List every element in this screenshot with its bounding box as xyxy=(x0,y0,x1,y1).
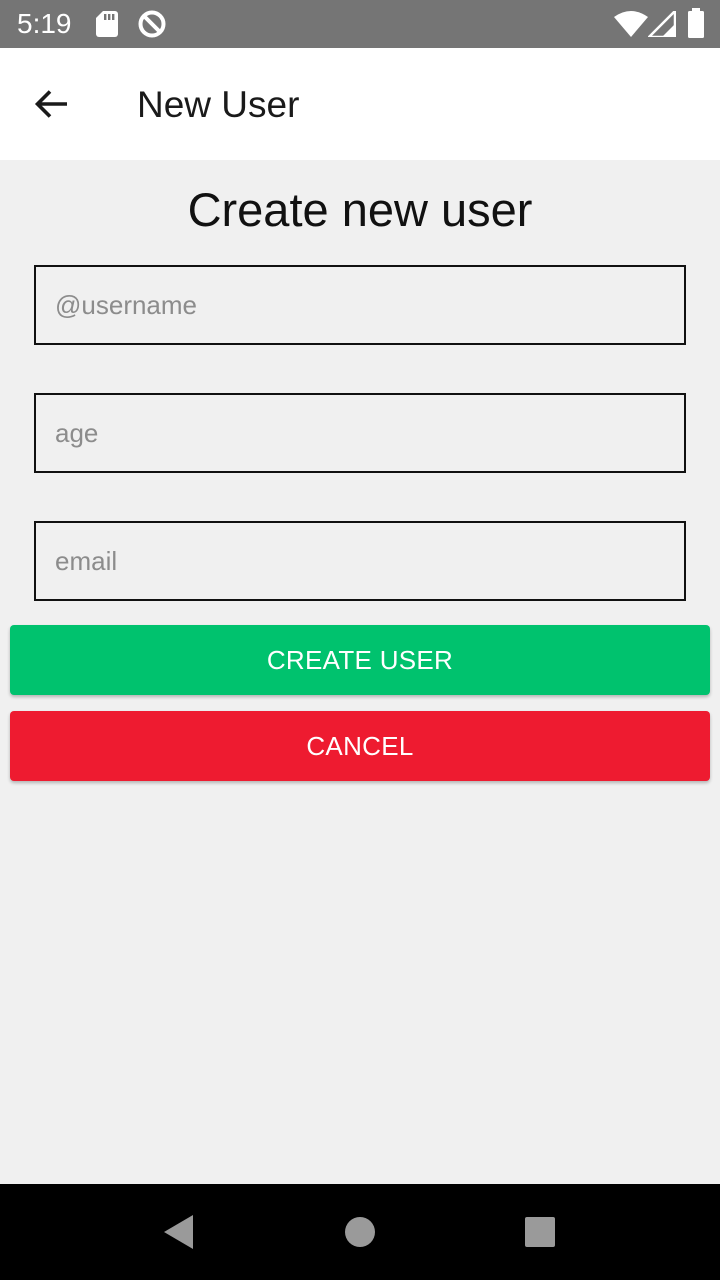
status-time: 5:19 xyxy=(17,8,72,39)
page-title: New User xyxy=(137,84,300,125)
create-user-button[interactable]: CREATE USER xyxy=(10,625,710,695)
age-input[interactable] xyxy=(36,395,684,471)
email-input[interactable] xyxy=(36,523,684,599)
cancel-button[interactable]: CANCEL xyxy=(10,711,710,781)
nav-home-icon[interactable] xyxy=(342,1214,378,1250)
nav-recents-icon[interactable] xyxy=(522,1214,558,1250)
arrow-left-icon xyxy=(34,90,67,118)
nav-back-icon[interactable] xyxy=(160,1213,196,1251)
age-field xyxy=(34,393,686,473)
status-bar: 5:19 xyxy=(0,0,720,48)
email-field xyxy=(34,521,686,601)
battery-icon xyxy=(688,8,704,38)
wifi-icon xyxy=(614,11,648,37)
cellular-signal-icon xyxy=(648,11,676,37)
create-user-form: Create new user CREATE USER CANCEL xyxy=(0,160,720,1184)
form-heading: Create new user xyxy=(187,183,533,236)
username-field xyxy=(34,265,686,345)
app-bar: New User xyxy=(0,48,720,160)
sd-card-icon xyxy=(96,11,118,37)
username-input[interactable] xyxy=(36,267,684,343)
navigation-bar xyxy=(0,1184,720,1280)
back-button[interactable] xyxy=(20,72,84,136)
data-saver-icon xyxy=(138,10,166,38)
